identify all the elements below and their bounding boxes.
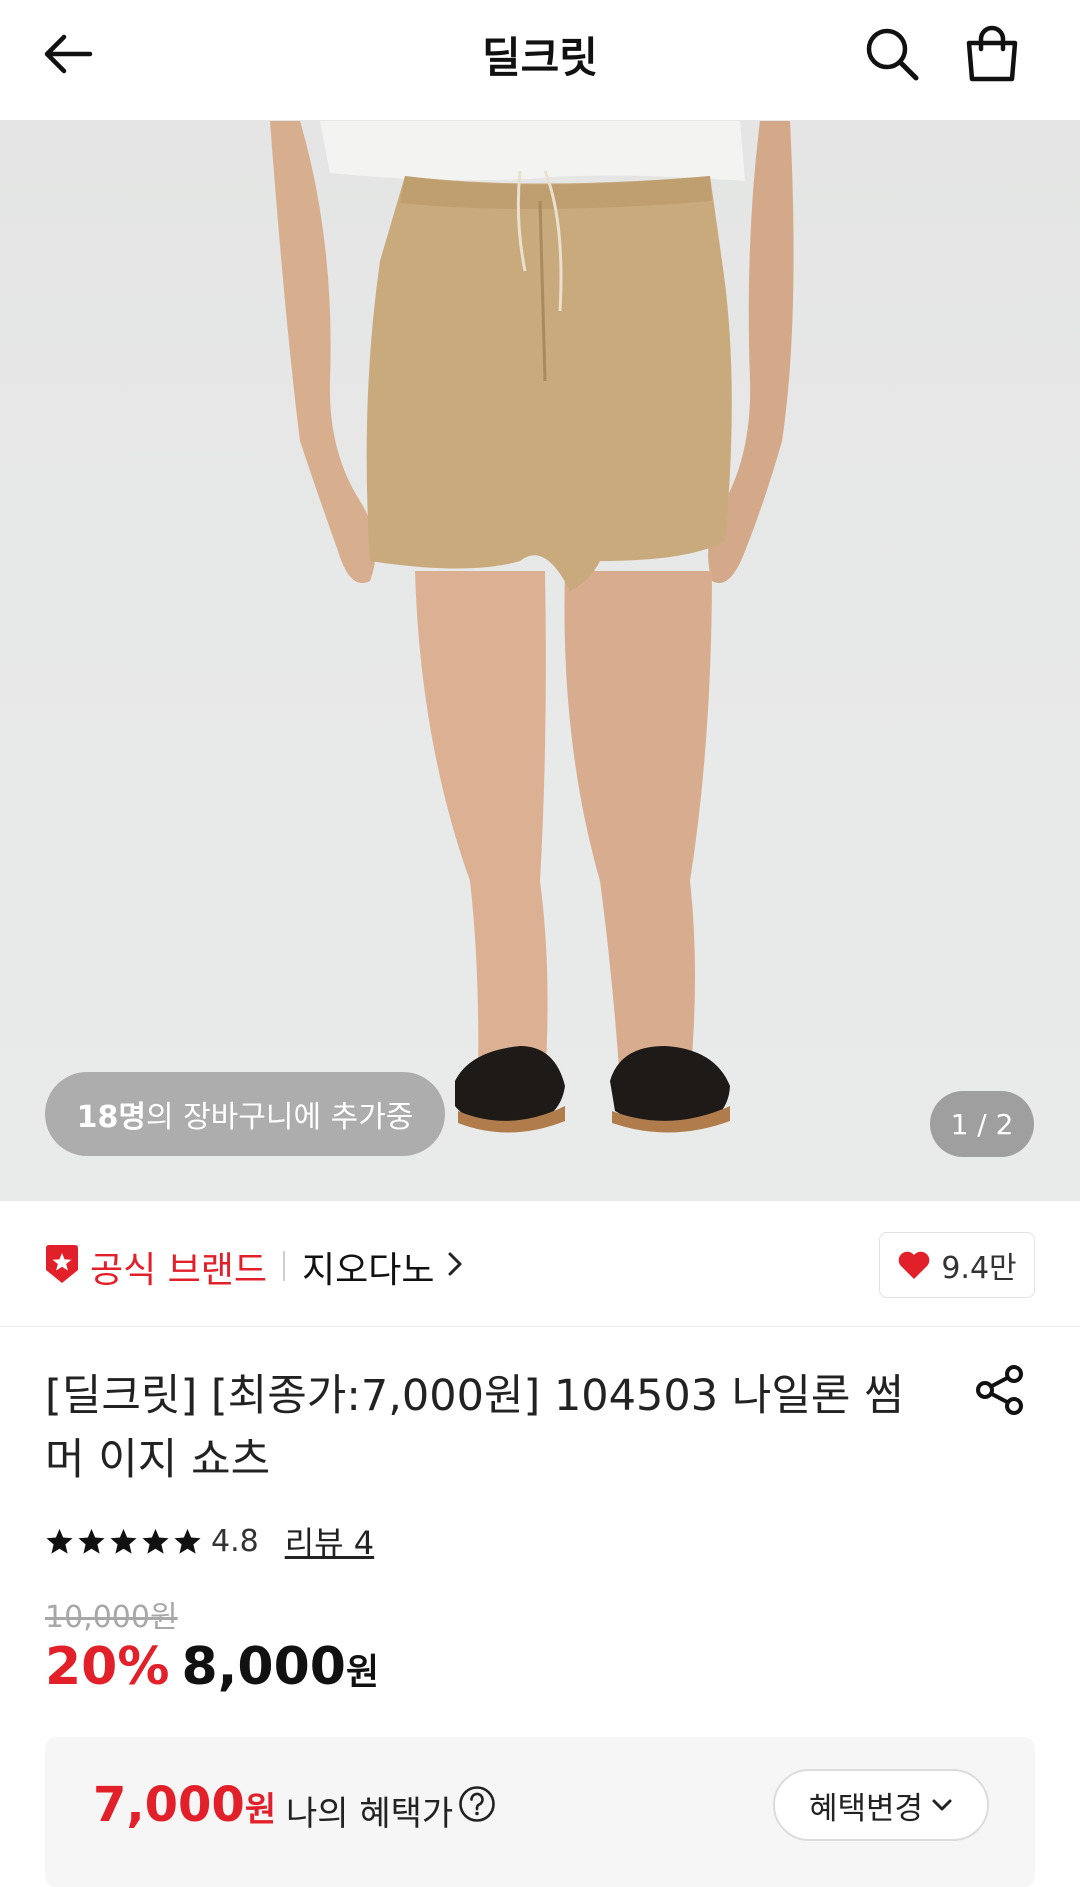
rating-stars bbox=[45, 1527, 205, 1556]
cart-activity-badge: 18명 의 장바구니에 추가중 bbox=[45, 1072, 445, 1156]
benefit-price-label: 나의 혜택가 bbox=[286, 1794, 454, 1834]
search-icon bbox=[866, 28, 919, 81]
review-link[interactable]: 리뷰 4 bbox=[285, 1518, 374, 1564]
cart-activity-count: 18명 bbox=[76, 1100, 146, 1135]
rating-row: 4.8 리뷰 4 bbox=[45, 1520, 374, 1562]
cart-activity-text: 의 장바구니에 추가중 bbox=[145, 1100, 414, 1135]
share-button[interactable] bbox=[970, 1360, 1030, 1420]
original-price: 10,000원 bbox=[45, 1600, 178, 1635]
star-icon bbox=[78, 1528, 105, 1554]
change-benefit-button[interactable]: 혜택변경 bbox=[773, 1769, 989, 1841]
like-count: 9.4만 bbox=[941, 1251, 1017, 1286]
star-icon bbox=[110, 1528, 137, 1554]
star-icon bbox=[174, 1528, 201, 1554]
product-title-line-2: 머 이지 쇼츠 bbox=[45, 1435, 271, 1485]
brand-row: 공식 브랜드 지오다노 9.4만 bbox=[0, 1201, 1080, 1327]
like-button[interactable]: 9.4만 bbox=[879, 1232, 1035, 1298]
top-app-bar: 딜크릿 bbox=[0, 0, 1080, 121]
benefit-price: 7,000원 bbox=[93, 1777, 276, 1833]
change-benefit-label: 혜택변경 bbox=[808, 1790, 924, 1827]
sale-price: 8,000 bbox=[181, 1637, 346, 1697]
chevron-right-icon bbox=[448, 1252, 462, 1276]
image-page-counter: 1 / 2 bbox=[930, 1091, 1034, 1157]
star-icon bbox=[46, 1528, 73, 1554]
official-brand-label: 공식 브랜드 bbox=[90, 1250, 268, 1291]
official-brand-icon bbox=[46, 1245, 78, 1283]
benefit-price-unit: 원 bbox=[244, 1790, 277, 1830]
product-title-line-1: [딜크릿] [최종가:7,000원] 104503 나일론 썸 bbox=[45, 1371, 904, 1421]
sale-price-unit: 원 bbox=[345, 1652, 380, 1693]
price-row: 20% 8,000 원 bbox=[45, 1637, 379, 1697]
product-photo bbox=[270, 121, 794, 1133]
search-button[interactable] bbox=[856, 18, 928, 90]
shopping-bag-icon bbox=[966, 25, 1018, 82]
help-icon[interactable] bbox=[458, 1785, 496, 1823]
brand-name-link[interactable]: 지오다노 bbox=[302, 1241, 434, 1293]
chevron-down-icon bbox=[932, 1799, 952, 1811]
heart-icon bbox=[899, 1251, 930, 1279]
my-benefit-price-box: 7,000원 나의 혜택가 혜택변경 bbox=[45, 1737, 1035, 1887]
share-icon bbox=[976, 1365, 1023, 1415]
benefit-price-value: 7,000 bbox=[93, 1777, 245, 1833]
product-title: [딜크릿] [최종가:7,000원] 104503 나일론 썸 머 이지 쇼츠 bbox=[45, 1364, 925, 1492]
star-icon bbox=[142, 1528, 169, 1554]
product-image-carousel[interactable]: 18명 의 장바구니에 추가중 1 / 2 bbox=[0, 121, 1080, 1201]
brand-divider bbox=[283, 1251, 285, 1281]
cart-button[interactable] bbox=[956, 18, 1028, 90]
rating-value: 4.8 bbox=[211, 1523, 259, 1559]
discount-rate: 20% bbox=[45, 1637, 170, 1697]
